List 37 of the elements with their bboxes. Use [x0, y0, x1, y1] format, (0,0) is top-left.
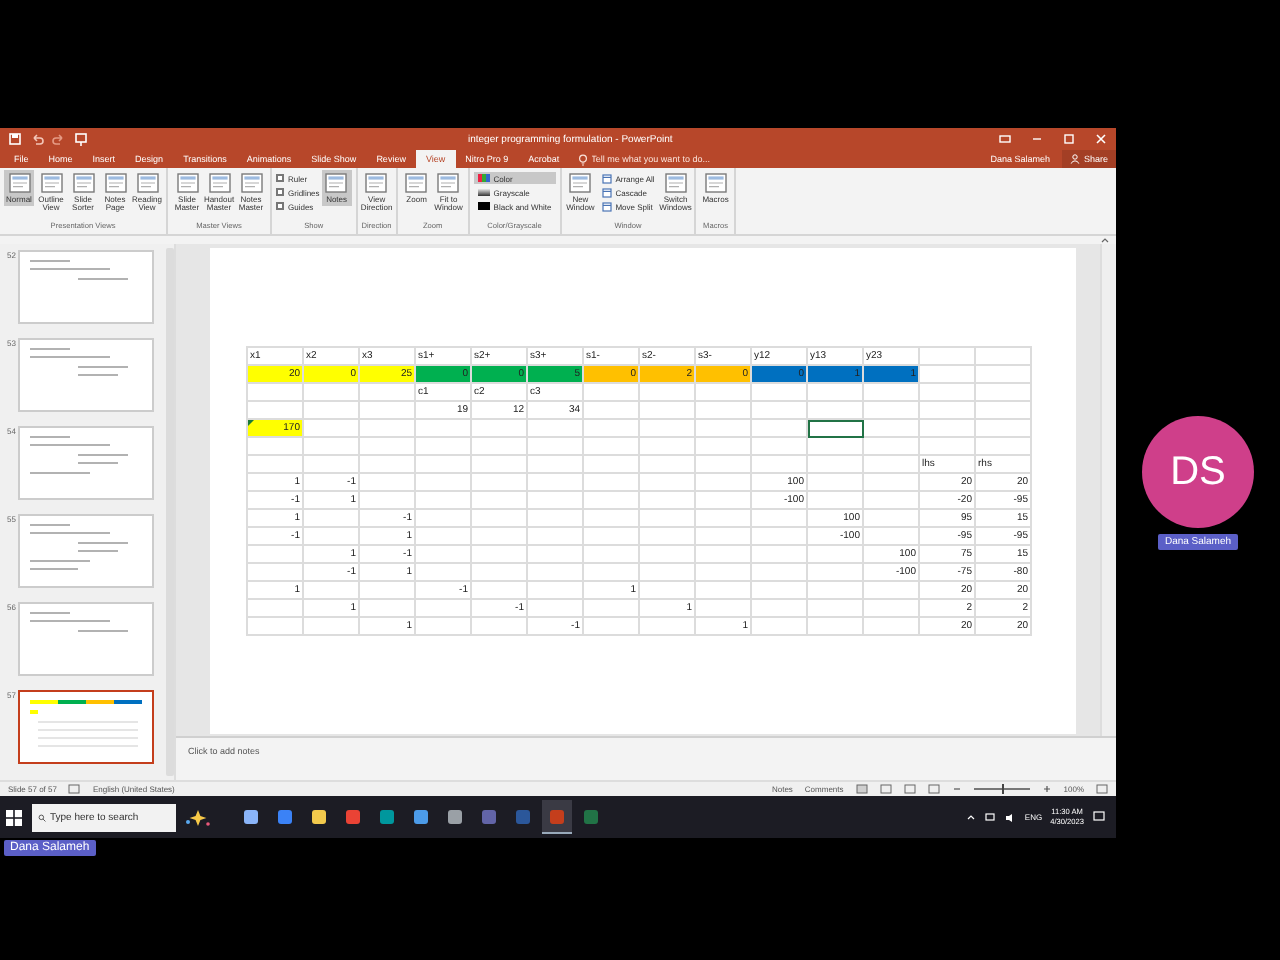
- checkbox[interactable]: [276, 202, 284, 210]
- chevron-up-icon[interactable]: [966, 812, 977, 822]
- zoom-out-icon[interactable]: [951, 784, 962, 794]
- slide-content-drawing: [30, 436, 128, 474]
- sparkle-icon[interactable]: [184, 807, 212, 827]
- person-icon: [1069, 154, 1080, 164]
- minimize-icon[interactable]: [1030, 132, 1044, 146]
- zoom-in-icon[interactable]: [1041, 784, 1052, 794]
- scrollbar[interactable]: [1100, 244, 1116, 736]
- windows-start-icon[interactable]: [4, 807, 24, 827]
- volume-icon[interactable]: [1004, 811, 1017, 823]
- slideshow-icon[interactable]: [74, 132, 88, 146]
- window-icon: [601, 201, 612, 211]
- close-icon[interactable]: [1094, 132, 1108, 146]
- search-icon: [38, 811, 46, 823]
- slide-content-drawing: [30, 260, 128, 280]
- slide-content-drawing: [30, 700, 142, 748]
- maximize-icon[interactable]: [1062, 132, 1076, 146]
- taskbar-app-icon[interactable]: [542, 800, 572, 834]
- lightbulb-icon: [577, 153, 588, 165]
- spellcheck-icon[interactable]: [68, 784, 81, 794]
- slide-content-drawing: [30, 612, 128, 632]
- checkbox[interactable]: [276, 174, 284, 182]
- undo-icon[interactable]: [30, 132, 44, 146]
- selected-cell[interactable]: [807, 419, 863, 437]
- collapse-ribbon-icon[interactable]: [1100, 236, 1110, 244]
- window-icon: [601, 173, 612, 183]
- slide-thumbnail[interactable]: [18, 690, 154, 764]
- save-icon[interactable]: [8, 132, 22, 146]
- fit-slide-icon[interactable]: [1096, 784, 1108, 794]
- slide-content-drawing: [30, 348, 128, 376]
- window-icon: [601, 187, 612, 197]
- checkbox[interactable]: [276, 188, 284, 196]
- avatar: DS: [1142, 416, 1254, 528]
- redo-icon[interactable]: [52, 132, 66, 146]
- slide-content-drawing: [30, 524, 128, 570]
- ribbon-display-icon[interactable]: [998, 132, 1012, 146]
